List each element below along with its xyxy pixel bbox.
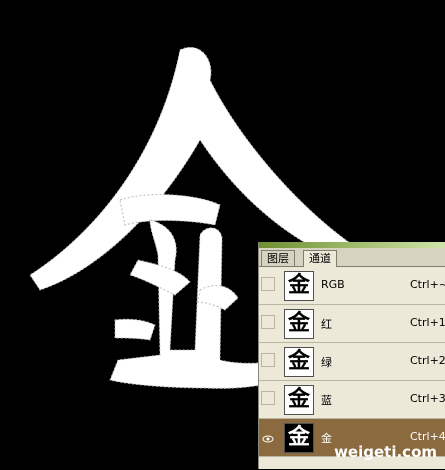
- visibility-toggle[interactable]: [261, 277, 275, 291]
- channel-row[interactable]: 金 RGB Ctrl+~: [259, 267, 445, 305]
- watermark: weigeti.com: [334, 443, 437, 461]
- visibility-toggle[interactable]: [261, 353, 275, 367]
- channel-row[interactable]: 金蓝 Ctrl+3: [259, 381, 445, 419]
- channel-list: 金 RGB Ctrl+~ 金红 Ctrl+1 金绿 Ctrl+2 金蓝 Ctrl+3 金金 Ctrl…: [259, 267, 445, 457]
- channels-panel: 图层 通道 金 RGB Ctrl+~ 金红 Ctrl+1 金绿 Ctrl+2 金蓝 Ctrl+3…: [258, 242, 445, 469]
- panel-tabs: 图层 通道: [259, 248, 445, 267]
- channel-shortcut: Ctrl+~: [410, 278, 445, 291]
- tab-channels[interactable]: 通道: [303, 250, 337, 267]
- channel-shortcut: Ctrl+2: [410, 354, 445, 367]
- channel-thumbnail: 金: [284, 271, 314, 301]
- channel-row[interactable]: 金红 Ctrl+1: [259, 305, 445, 343]
- tab-layers[interactable]: 图层: [261, 250, 295, 266]
- channel-name: 金: [321, 432, 332, 445]
- channel-shortcut: Ctrl+4: [410, 430, 445, 443]
- channel-row[interactable]: 金绿 Ctrl+2: [259, 343, 445, 381]
- channel-thumbnail: 金: [284, 309, 314, 339]
- channel-shortcut: Ctrl+3: [410, 392, 445, 405]
- eye-icon[interactable]: [261, 429, 275, 443]
- visibility-toggle[interactable]: [261, 391, 275, 405]
- visibility-toggle[interactable]: [261, 315, 275, 329]
- channel-name: 绿: [321, 356, 332, 369]
- channel-thumbnail: 金: [284, 423, 314, 453]
- channel-name: RGB: [321, 278, 345, 291]
- channel-shortcut: Ctrl+1: [410, 316, 445, 329]
- channel-name: 红: [321, 318, 332, 331]
- channel-thumbnail: 金: [284, 347, 314, 377]
- channel-name: 蓝: [321, 394, 332, 407]
- channel-thumbnail: 金: [284, 385, 314, 415]
